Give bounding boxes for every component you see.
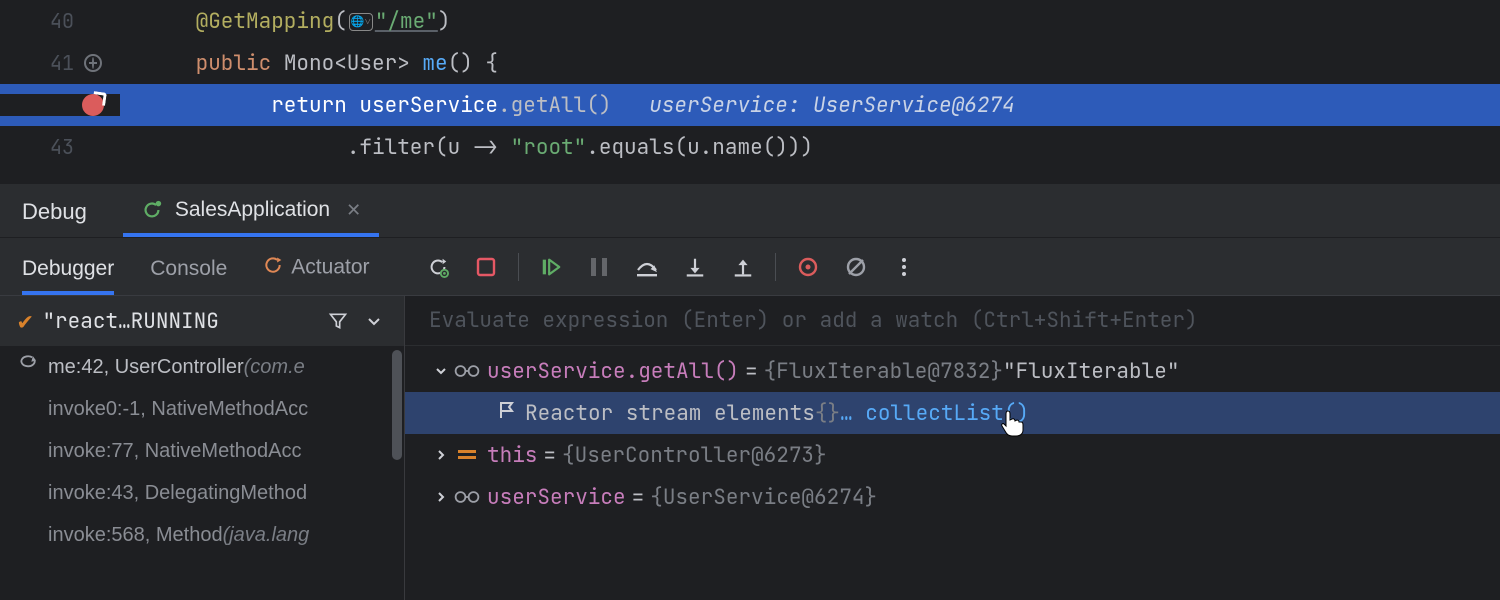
check-icon: ✔	[18, 306, 32, 337]
more-button[interactable]	[882, 247, 926, 287]
code-line[interactable]: 40 @GetMapping(🌐˅"/me")	[0, 0, 1500, 42]
chevron-down-icon[interactable]	[429, 364, 453, 378]
watch-icon	[453, 489, 481, 505]
run-config-tab[interactable]: SalesApplication ✕	[123, 183, 379, 237]
frames-panel: ✔ "react…RUNNING me:42, UserController (…	[0, 296, 405, 600]
variable-row-selected[interactable]: Reactor stream elements {} … collectList…	[405, 392, 1500, 434]
step-over-button[interactable]	[625, 247, 669, 287]
gutter-globe-icon[interactable]	[80, 54, 106, 72]
watch-icon	[453, 363, 481, 379]
run-config-label: SalesApplication	[175, 198, 330, 222]
code-line-current[interactable]: return userService.getAll() userService:…	[0, 84, 1500, 126]
scrollbar[interactable]	[390, 346, 404, 600]
variable-row[interactable]: userService = {UserService@6274}	[405, 476, 1500, 518]
this-icon	[453, 447, 481, 463]
thread-selector[interactable]: ✔ "react…RUNNING	[0, 296, 404, 346]
chevron-right-icon[interactable]	[429, 490, 453, 504]
code-text: .filter(u -> "root".equals(u.name()))	[120, 134, 1500, 161]
view-breakpoints-button[interactable]	[786, 247, 830, 287]
pause-button[interactable]	[577, 247, 621, 287]
line-number: 43	[42, 134, 74, 160]
code-line[interactable]: 43 .filter(u -> "root".equals(u.name()))	[0, 126, 1500, 168]
code-text: public Mono<User> me() {	[120, 50, 1500, 77]
reload-icon	[141, 199, 163, 221]
tab-actuator[interactable]: Actuator	[263, 241, 389, 295]
line-number: 40	[42, 8, 74, 34]
stop-button[interactable]	[464, 247, 508, 287]
line-number: 41	[42, 50, 74, 76]
debug-title: Debug	[22, 199, 87, 237]
stack-frame[interactable]: invoke:43, DelegatingMethod	[0, 472, 404, 514]
chevron-down-icon[interactable]	[356, 313, 392, 329]
code-text: @GetMapping(🌐˅"/me")	[120, 8, 1500, 35]
actuator-icon	[263, 257, 283, 280]
debug-toolbar: Debugger Console Actuator	[0, 238, 1500, 296]
flag-icon	[497, 400, 515, 427]
code-line[interactable]: 41 public Mono<User> me() {	[0, 42, 1500, 84]
code-editor[interactable]: 40 @GetMapping(🌐˅"/me") 41 public Mono<U…	[0, 0, 1500, 184]
tab-debugger[interactable]: Debugger	[22, 243, 134, 295]
step-out-button[interactable]	[721, 247, 765, 287]
rerun-button[interactable]	[416, 247, 460, 287]
code-text: return userService.getAll() userService:…	[120, 92, 1500, 119]
chevron-right-icon[interactable]	[429, 448, 453, 462]
stack-frame[interactable]: invoke:568, Method (java.lang	[0, 514, 404, 556]
evaluate-expression-input[interactable]: Evaluate expression (Enter) or add a wat…	[405, 296, 1500, 346]
debug-toolwindow-header: Debug SalesApplication ✕	[0, 184, 1500, 238]
globe-icon: 🌐˅	[349, 13, 373, 31]
frame-list[interactable]: me:42, UserController (com.e invoke0:-1,…	[0, 346, 404, 600]
variables-tree[interactable]: userService.getAll() = {FluxIterable@783…	[405, 346, 1500, 600]
thread-label: "react…RUNNING	[42, 308, 320, 335]
variable-row[interactable]: userService.getAll() = {FluxIterable@783…	[405, 350, 1500, 392]
stack-frame[interactable]: invoke:77, NativeMethodAcc	[0, 430, 404, 472]
resume-button[interactable]	[529, 247, 573, 287]
filter-icon[interactable]	[320, 311, 356, 331]
mute-breakpoints-button[interactable]	[834, 247, 878, 287]
step-into-button[interactable]	[673, 247, 717, 287]
breakpoint-icon[interactable]	[80, 94, 106, 116]
close-tab-icon[interactable]: ✕	[346, 200, 361, 221]
variables-panel: Evaluate expression (Enter) or add a wat…	[405, 296, 1500, 600]
variable-row[interactable]: this = {UserController@6273}	[405, 434, 1500, 476]
stack-frame[interactable]: invoke0:-1, NativeMethodAcc	[0, 388, 404, 430]
debug-body: ✔ "react…RUNNING me:42, UserController (…	[0, 296, 1500, 600]
drop-frame-icon[interactable]	[18, 355, 48, 379]
mouse-cursor	[1000, 408, 1024, 436]
stack-frame[interactable]: me:42, UserController (com.e	[0, 346, 404, 388]
tab-console[interactable]: Console	[150, 243, 247, 295]
